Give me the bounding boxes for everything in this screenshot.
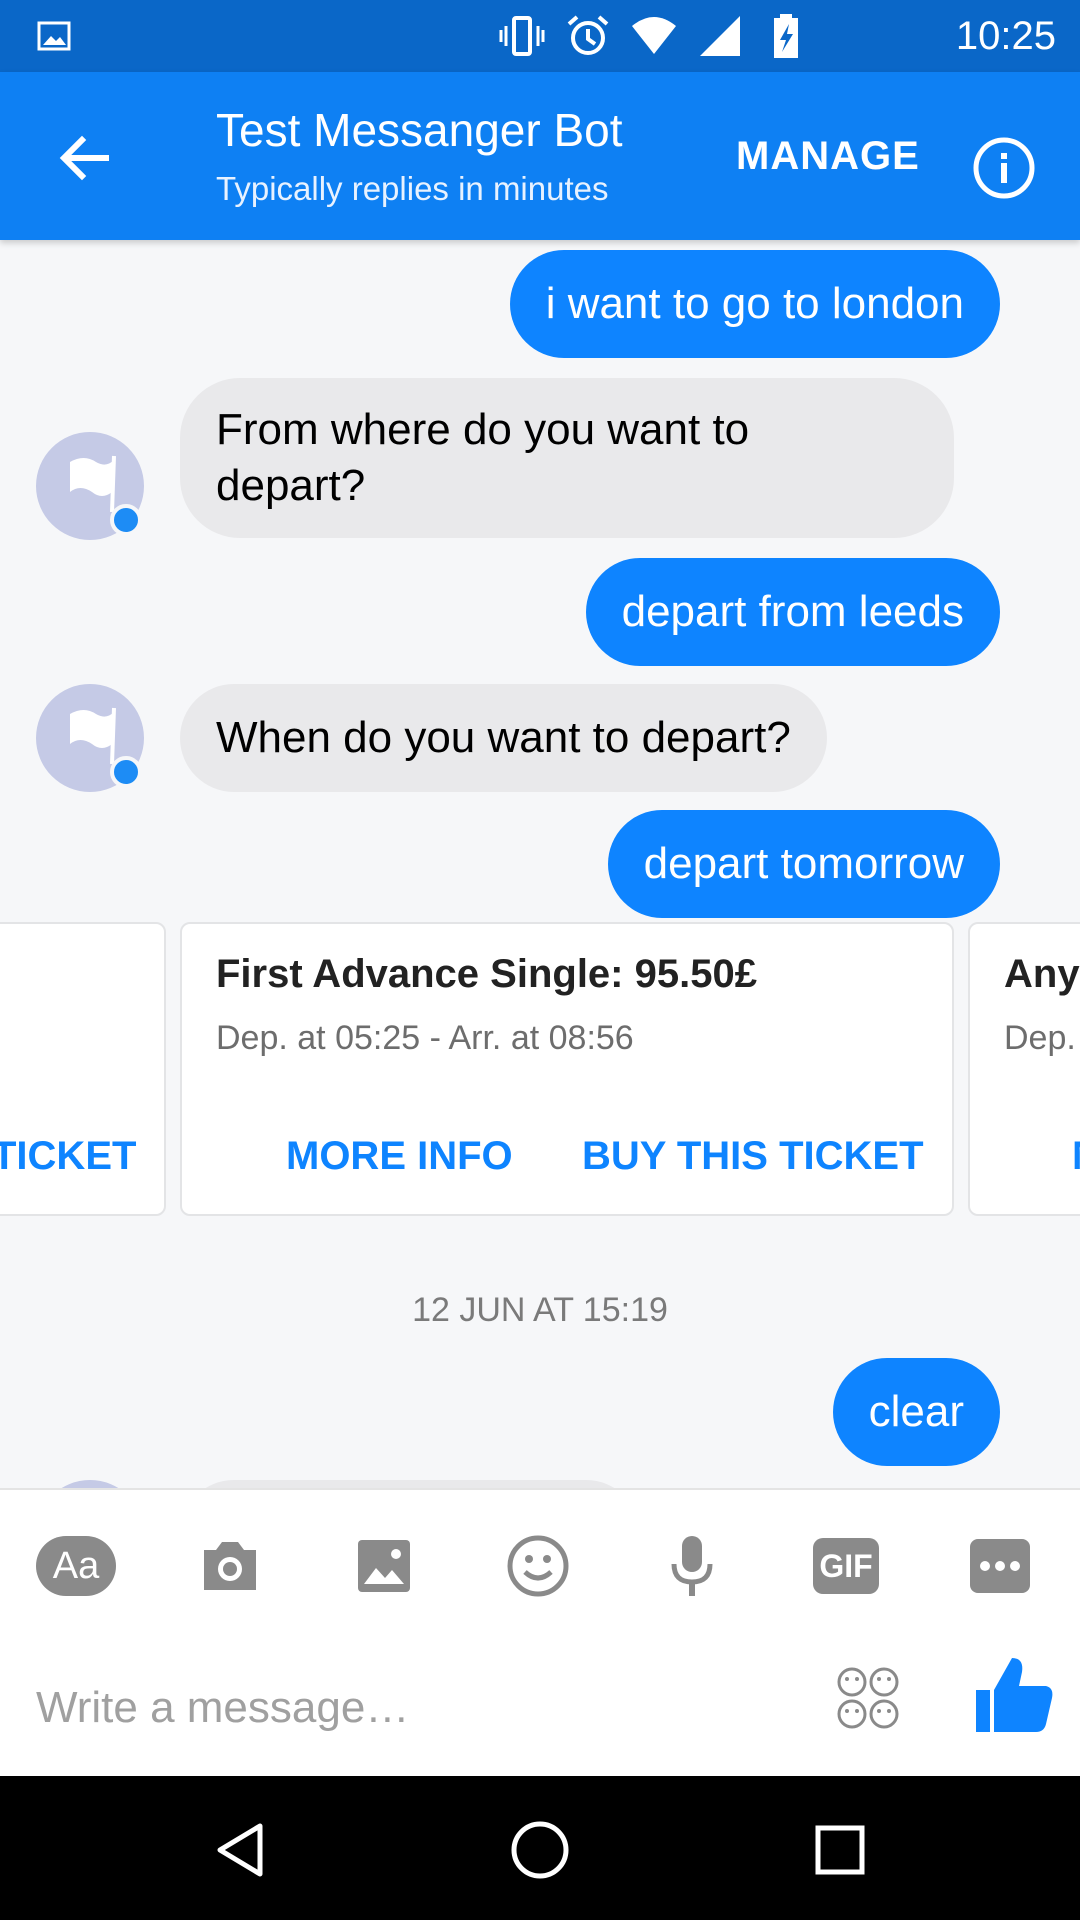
message-outgoing[interactable]: clear — [832, 1358, 1000, 1466]
card-subtitle: Dep. — [1004, 1019, 1076, 1057]
wifi-icon — [632, 17, 676, 54]
message-list[interactable]: i want to go to london From where do you… — [0, 240, 1080, 1488]
card-subtitle: Dep. at 05:25 - Arr. at 08:56 — [216, 1019, 634, 1057]
messenger-badge-icon — [110, 504, 142, 536]
back-button[interactable] — [44, 118, 124, 198]
recents-nav-icon[interactable] — [808, 1818, 872, 1882]
camera-icon — [204, 1542, 256, 1590]
text-format-icon: Aa — [36, 1536, 116, 1596]
timestamp: 12 JUN AT 15:19 — [412, 1291, 668, 1329]
manage-button[interactable]: MANAGE — [736, 130, 920, 182]
image-icon — [37, 21, 71, 51]
message-incoming[interactable] — [180, 1480, 640, 1488]
gallery-button[interactable] — [344, 1526, 424, 1606]
composer: Aa GIF — [0, 1488, 1080, 1776]
app-bar: Test Messanger Bot Typically replies in … — [0, 72, 1080, 240]
message-incoming[interactable]: From where do you want to depart? — [180, 378, 954, 538]
signal-icon — [700, 16, 740, 56]
ticket-card[interactable]: TICKET — [0, 922, 166, 1216]
bot-avatar[interactable] — [36, 432, 144, 540]
text-format-button[interactable]: Aa — [36, 1526, 116, 1606]
more-info-button[interactable]: M — [1072, 1130, 1080, 1182]
stickers-icon[interactable] — [836, 1666, 900, 1730]
back-arrow-icon — [59, 135, 109, 181]
more-info-button[interactable]: MORE INFO — [286, 1130, 513, 1182]
card-title: Anyt — [1004, 952, 1080, 996]
flag-icon — [70, 707, 116, 765]
battery-charging-icon — [774, 14, 798, 58]
flag-icon — [70, 455, 116, 513]
ticket-card[interactable]: First Advance Single: 95.50£ Dep. at 05:… — [180, 922, 954, 1216]
gif-button[interactable]: GIF — [806, 1526, 886, 1606]
bot-avatar[interactable] — [36, 684, 144, 792]
emoji-button[interactable] — [498, 1526, 578, 1606]
message-outgoing[interactable]: depart from leeds — [585, 558, 1000, 666]
message-incoming[interactable]: When do you want to depart? — [180, 684, 827, 792]
home-nav-icon[interactable] — [508, 1818, 572, 1882]
microphone-icon — [671, 1536, 713, 1596]
bot-avatar[interactable] — [36, 1480, 144, 1488]
camera-button[interactable] — [190, 1526, 270, 1606]
more-icon — [970, 1539, 1030, 1593]
clock: 10:25 — [955, 14, 1056, 58]
more-button[interactable] — [960, 1526, 1040, 1606]
ticket-card[interactable]: Anyt Dep. M — [968, 922, 1080, 1216]
gallery-icon — [358, 1540, 410, 1592]
message-outgoing[interactable]: i want to go to london — [509, 250, 1000, 358]
card-title: First Advance Single: 95.50£ — [216, 952, 757, 996]
system-nav-bar — [0, 1776, 1080, 1920]
emoji-icon — [507, 1535, 569, 1597]
thumbs-up-icon[interactable] — [972, 1654, 1056, 1738]
alarm-icon — [567, 15, 609, 55]
info-icon — [973, 137, 1035, 199]
microphone-button[interactable] — [652, 1526, 732, 1606]
back-nav-icon[interactable] — [208, 1818, 272, 1882]
buy-ticket-button[interactable]: TICKET — [0, 1130, 136, 1182]
page-subtitle: Typically replies in minutes — [216, 170, 609, 207]
messenger-badge-icon — [110, 756, 142, 788]
status-bar: 10:25 — [0, 0, 1080, 72]
buy-ticket-button[interactable]: BUY THIS TICKET — [582, 1130, 924, 1182]
page-title[interactable]: Test Messanger Bot — [216, 102, 623, 158]
message-outgoing[interactable]: depart tomorrow — [607, 810, 1000, 918]
message-input[interactable] — [36, 1676, 796, 1740]
gif-icon: GIF — [813, 1538, 879, 1594]
vibrate-icon — [499, 16, 545, 56]
